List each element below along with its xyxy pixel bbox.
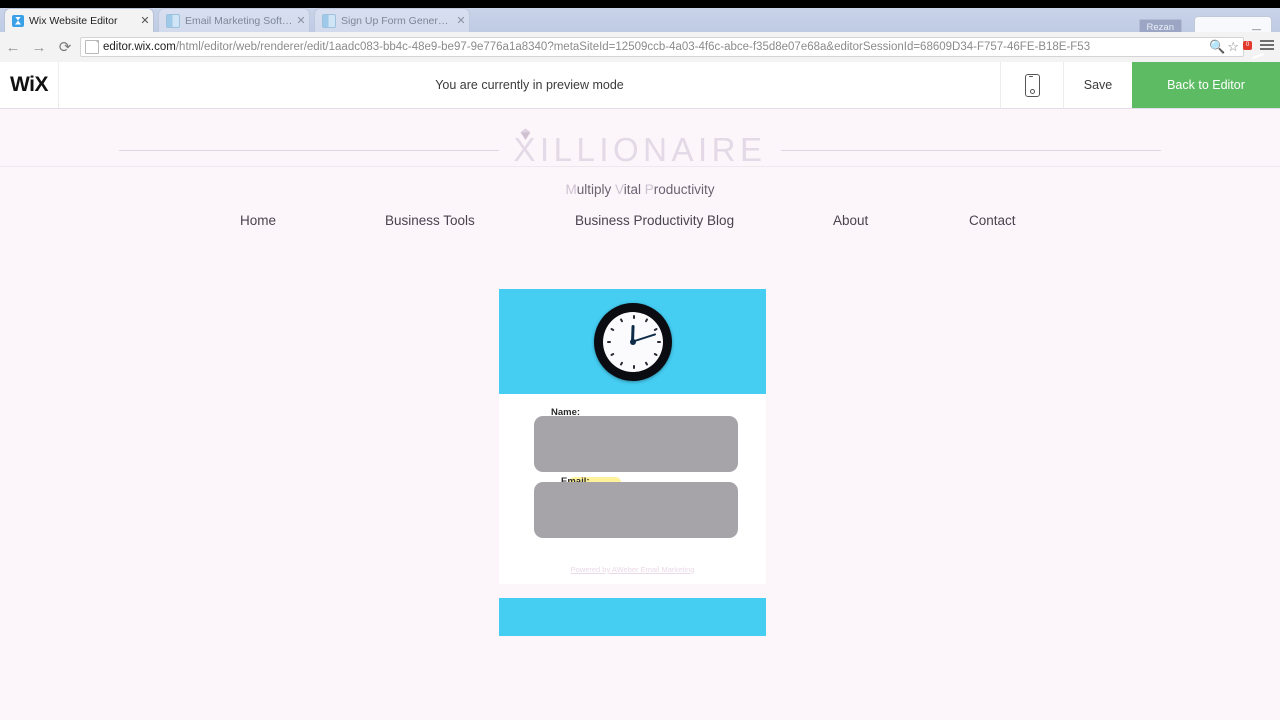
url-path: /html/editor/web/renderer/edit/1aadc083-…: [175, 41, 1091, 53]
url-host: editor.wix.com: [103, 41, 176, 53]
sidebar-item-home[interactable]: Home: [240, 213, 276, 228]
url-text: editor.wix.com/html/editor/web/renderer/…: [103, 38, 1090, 56]
tagline-part: ital: [623, 182, 645, 197]
address-bar[interactable]: editor.wix.com/html/editor/web/renderer/…: [80, 37, 1244, 57]
site-preview-canvas: XILLIONAIRE Multiply Vital Productivity …: [0, 108, 1280, 720]
browser-chrome: Wix Website Editor ✕ Email Marketing Sof…: [0, 0, 1280, 63]
powered-by-link[interactable]: Powered by AWeber Email Marketing: [499, 565, 766, 574]
site-logo-block: XILLIONAIRE: [0, 124, 1280, 176]
logo-word: XILLIONAIRE: [513, 131, 767, 168]
wix-logo[interactable]: WiX: [0, 73, 58, 97]
sidebar-item-business-productivity-blog[interactable]: Business Productivity Blog: [575, 213, 734, 228]
name-input[interactable]: [534, 416, 738, 472]
tagline-part: ultiply: [576, 182, 615, 197]
forward-icon[interactable]: →: [26, 39, 52, 56]
widget-form-body: Name: Email: Powered by AWeber Email Mar…: [499, 394, 766, 584]
logo-rule-left: [119, 149, 500, 151]
omnibox-actions: 🔍 ☆: [1205, 39, 1239, 55]
tab-favicon-icon: [12, 14, 24, 27]
browser-tab-sign-up-form-generator[interactable]: Sign Up Form Generator ✕: [314, 8, 470, 32]
tab-favicon-icon: [166, 13, 180, 28]
widget-banner: [499, 289, 766, 394]
browser-tab-wix-website-editor[interactable]: Wix Website Editor ✕: [4, 8, 154, 32]
preview-mode-message: You are currently in preview mode: [435, 78, 624, 92]
tab-strip: Wix Website Editor ✕ Email Marketing Sof…: [0, 8, 1280, 40]
extension-badge: 0: [1243, 41, 1252, 50]
browser-tab-email-marketing-software[interactable]: Email Marketing Software ✕: [158, 8, 310, 32]
page-info-icon[interactable]: [85, 40, 99, 54]
email-input[interactable]: [534, 482, 738, 538]
save-button[interactable]: Save: [1063, 62, 1132, 108]
browser-menu-icon[interactable]: [1254, 38, 1280, 56]
tagline-part: P: [644, 182, 654, 197]
analog-clock-icon: [593, 302, 672, 381]
browser-toolbar: ← → ⟳ editor.wix.com/html/editor/web/ren…: [0, 32, 1280, 63]
site-logo-text: XILLIONAIRE: [499, 128, 780, 169]
tab-title: Email Marketing Software: [185, 14, 293, 27]
tab-close-icon[interactable]: ✕: [293, 9, 309, 33]
tagline-part: V: [614, 182, 624, 197]
sidebar-item-business-tools[interactable]: Business Tools: [385, 213, 475, 228]
logo-rule-right: [780, 149, 1161, 151]
zoom-search-icon[interactable]: 🔍: [1209, 39, 1225, 55]
tab-favicon-icon: [322, 13, 336, 28]
sidebar-item-about[interactable]: About: [833, 213, 868, 228]
bookmark-star-icon[interactable]: ☆: [1227, 39, 1239, 55]
mobile-view-button[interactable]: [1000, 62, 1063, 108]
back-icon[interactable]: ←: [0, 39, 26, 56]
clock-minute-hand: [632, 332, 657, 343]
widget-footer-bar: [499, 598, 766, 636]
sidebar-item-contact[interactable]: Contact: [969, 213, 1016, 228]
tagline-part: M: [565, 182, 577, 197]
diamond-gem-icon: [521, 128, 531, 140]
wix-preview-bar: WiX You are currently in preview mode Sa…: [0, 62, 1280, 109]
reload-icon[interactable]: ⟳: [52, 38, 78, 56]
signup-form-widget: Name: Email: Powered by AWeber Email Mar…: [499, 289, 766, 636]
tagline-part: roductivity: [653, 182, 715, 197]
tab-title: Wix Website Editor: [29, 14, 118, 27]
tab-close-icon[interactable]: ✕: [453, 9, 469, 33]
mobile-phone-icon: [1024, 73, 1040, 97]
screen: Wix Website Editor ✕ Email Marketing Sof…: [0, 0, 1280, 720]
site-tagline: Multiply Vital Productivity: [0, 182, 1280, 197]
back-to-editor-button[interactable]: Back to Editor: [1132, 62, 1280, 108]
tab-title: Sign Up Form Generator: [341, 14, 453, 27]
clock-face: [602, 311, 663, 372]
tab-close-icon[interactable]: ✕: [137, 9, 153, 33]
site-top-rule: [0, 108, 1280, 109]
clock-pivot: [629, 338, 636, 345]
